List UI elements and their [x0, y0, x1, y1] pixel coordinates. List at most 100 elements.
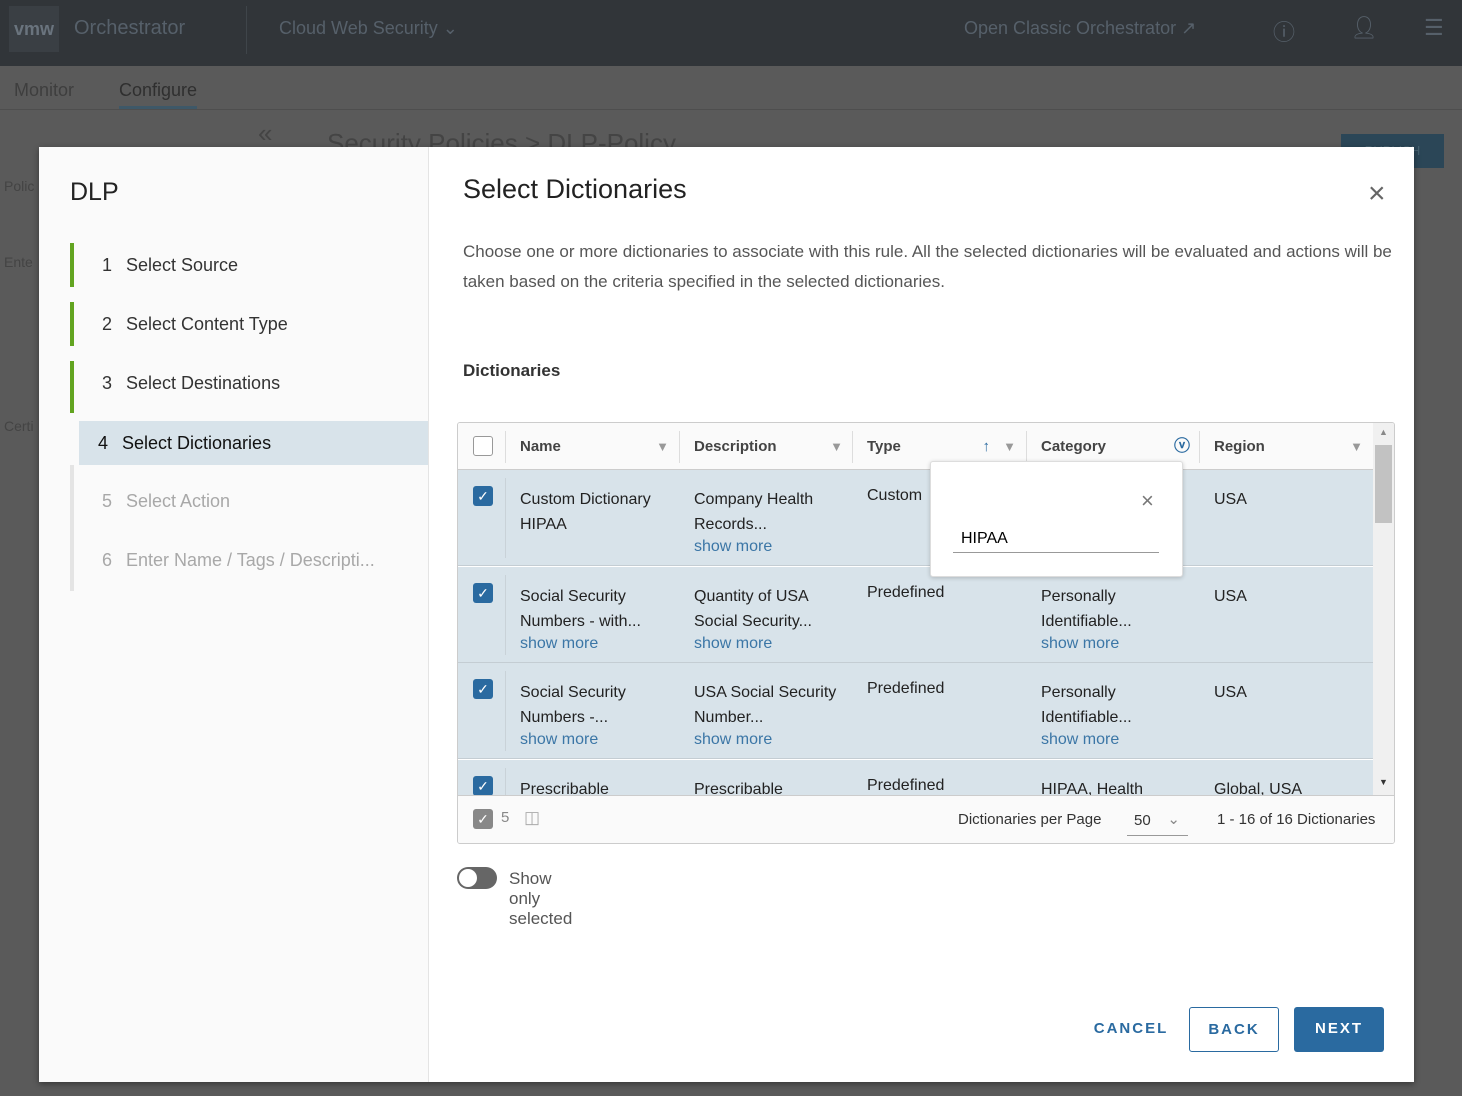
- step-number: 2: [102, 314, 113, 334]
- table-row[interactable]: ✓ Social Security Numbers -... show more US…: [458, 663, 1373, 759]
- cell-type: Predefined: [867, 580, 1017, 605]
- step-select-action: 5 Select Action: [70, 465, 428, 524]
- divider: [679, 431, 680, 463]
- cell-text: Personally Identifiable...: [1041, 587, 1132, 630]
- next-button[interactable]: NEXT: [1294, 1007, 1384, 1052]
- close-icon[interactable]: ×: [1368, 177, 1386, 211]
- row-checkbox[interactable]: ✓: [473, 486, 493, 506]
- scroll-up-icon[interactable]: ▲: [1379, 427, 1388, 437]
- cancel-button[interactable]: CANCEL: [1081, 1007, 1181, 1052]
- cell-text: USA: [1214, 684, 1247, 701]
- cell-text: Predefined: [867, 583, 945, 601]
- selected-count: 5: [501, 809, 510, 826]
- column-label: Region: [1214, 438, 1265, 455]
- main-tabs: Monitor Configure: [0, 66, 1462, 110]
- help-icon[interactable]: ⓘ: [1273, 15, 1295, 47]
- tab-monitor[interactable]: Monitor: [14, 80, 74, 101]
- collapse-icon[interactable]: «: [258, 118, 272, 149]
- page-title: Select Dictionaries: [463, 174, 687, 204]
- show-more-link[interactable]: show more: [694, 730, 844, 750]
- show-more-link[interactable]: show more: [520, 634, 670, 654]
- row-checkbox[interactable]: ✓: [473, 679, 493, 699]
- row-checkbox[interactable]: ✓: [473, 582, 493, 603]
- tab-configure[interactable]: Configure: [119, 80, 198, 109]
- step-number: 4: [98, 433, 109, 453]
- show-more-link[interactable]: show more: [694, 634, 844, 654]
- step-number: 3: [102, 373, 113, 393]
- cell-text: Predefined: [867, 680, 945, 697]
- show-more-link[interactable]: show more: [694, 537, 844, 557]
- context-selector[interactable]: Cloud Web Security ⌄: [279, 18, 458, 39]
- dlp-wizard-modal: DLP 1 Select Source 2 Select Content Type …: [39, 147, 1414, 1082]
- scrollbar-thumb[interactable]: [1375, 445, 1392, 523]
- filter-icon[interactable]: ▼: [830, 423, 843, 470]
- show-more-link[interactable]: show more: [1041, 730, 1191, 750]
- per-page-value: 50: [1134, 812, 1151, 829]
- divider: [505, 431, 506, 463]
- cell-text: USA: [1214, 587, 1247, 605]
- per-page-label: Dictionaries per Page: [958, 811, 1102, 828]
- description: Choose one or more dictionaries to assoc…: [463, 242, 1392, 291]
- column-toggle-icon[interactable]: ◫: [524, 808, 540, 828]
- divider: [1199, 431, 1200, 463]
- show-more-link[interactable]: show more: [520, 730, 670, 750]
- open-classic-link[interactable]: Open Classic Orchestrator ↗: [964, 18, 1196, 39]
- top-bar: vmw Orchestrator Cloud Web Security ⌄ Op…: [0, 0, 1462, 66]
- cell-text: Social Security Numbers - with...: [520, 587, 641, 630]
- sidebar-fragment: Polic: [4, 178, 35, 194]
- cell-text: Custom Dictionary HIPAA: [520, 491, 651, 533]
- filter-icon[interactable]: ▼: [1350, 423, 1363, 470]
- column-name[interactable]: Name ▼: [507, 423, 679, 470]
- divider: [1026, 431, 1027, 463]
- cell-category: Personally Identifiable... show more: [1041, 584, 1191, 654]
- cell-region: USA: [1214, 584, 1364, 609]
- toggle-label: Show only selected: [509, 869, 573, 928]
- grid-header: Name ▼ Description ▼ Type ↑ ▼ Category ⓥ Regi…: [458, 423, 1373, 470]
- close-icon[interactable]: ×: [1141, 488, 1154, 514]
- pagination-range: 1 - 16 of 16 Dictionaries: [1217, 811, 1376, 828]
- cell-text: Company Health Records...: [694, 491, 814, 533]
- filter-icon[interactable]: ▼: [656, 423, 669, 470]
- divider: [852, 431, 853, 463]
- row-checkbox[interactable]: ✓: [473, 775, 493, 796]
- external-link-icon: ↗: [1181, 18, 1197, 38]
- table-row[interactable]: ✓ Social Security Numbers - with... show m…: [458, 566, 1373, 663]
- app-title: Orchestrator: [74, 17, 186, 39]
- menu-icon[interactable]: ☰: [1424, 15, 1444, 41]
- show-only-selected-toggle[interactable]: [457, 867, 497, 889]
- vmw-logo: vmw: [9, 6, 59, 52]
- step-label: Select Content Type: [126, 314, 288, 334]
- column-label: Type: [867, 438, 901, 455]
- step-label: Select Source: [126, 255, 239, 275]
- column-description[interactable]: Description ▼: [681, 423, 853, 470]
- column-region[interactable]: Region ▼: [1201, 423, 1373, 470]
- column-label: Description: [694, 438, 777, 455]
- context-label: Cloud Web Security: [279, 18, 438, 38]
- show-more-link[interactable]: show more: [1041, 634, 1191, 654]
- cell-text: Custom: [867, 487, 923, 504]
- back-button[interactable]: BACK: [1189, 1007, 1279, 1052]
- user-icon[interactable]: 👤︎: [1350, 15, 1378, 41]
- divider: [505, 574, 506, 655]
- per-page-select[interactable]: 50 ⌄: [1127, 804, 1188, 836]
- cell-text: Personally Identifiable...: [1041, 684, 1132, 726]
- step-select-destinations[interactable]: 3 Select Destinations: [70, 361, 428, 413]
- divider: [505, 671, 506, 751]
- select-all-checkbox[interactable]: [473, 436, 493, 456]
- divider: [505, 478, 506, 558]
- cell-desc: Quantity of USA Social Security... show m…: [694, 584, 844, 654]
- category-filter-input[interactable]: [953, 526, 1159, 553]
- selected-count-icon: ✓: [473, 809, 493, 829]
- category-filter-popup: ×: [930, 461, 1183, 577]
- step-select-source[interactable]: 1 Select Source: [70, 243, 428, 287]
- step-select-dictionaries[interactable]: 4 Select Dictionaries: [79, 421, 428, 465]
- scroll-down-icon[interactable]: ▼: [1379, 777, 1388, 787]
- step-enter-name: 6 Enter Name / Tags / Descripti...: [70, 524, 428, 591]
- step-select-content-type[interactable]: 2 Select Content Type: [70, 302, 428, 346]
- cell-type: Predefined: [867, 676, 1017, 701]
- cell-name: Social Security Numbers - with... show mo…: [520, 584, 670, 654]
- sidebar-fragment: Ente: [4, 254, 33, 270]
- column-label: Name: [520, 438, 561, 455]
- cell-text: USA Social Security Number...: [694, 684, 837, 726]
- table-row[interactable]: ✓ Custom Dictionary HIPAA Company Health R…: [458, 470, 1373, 566]
